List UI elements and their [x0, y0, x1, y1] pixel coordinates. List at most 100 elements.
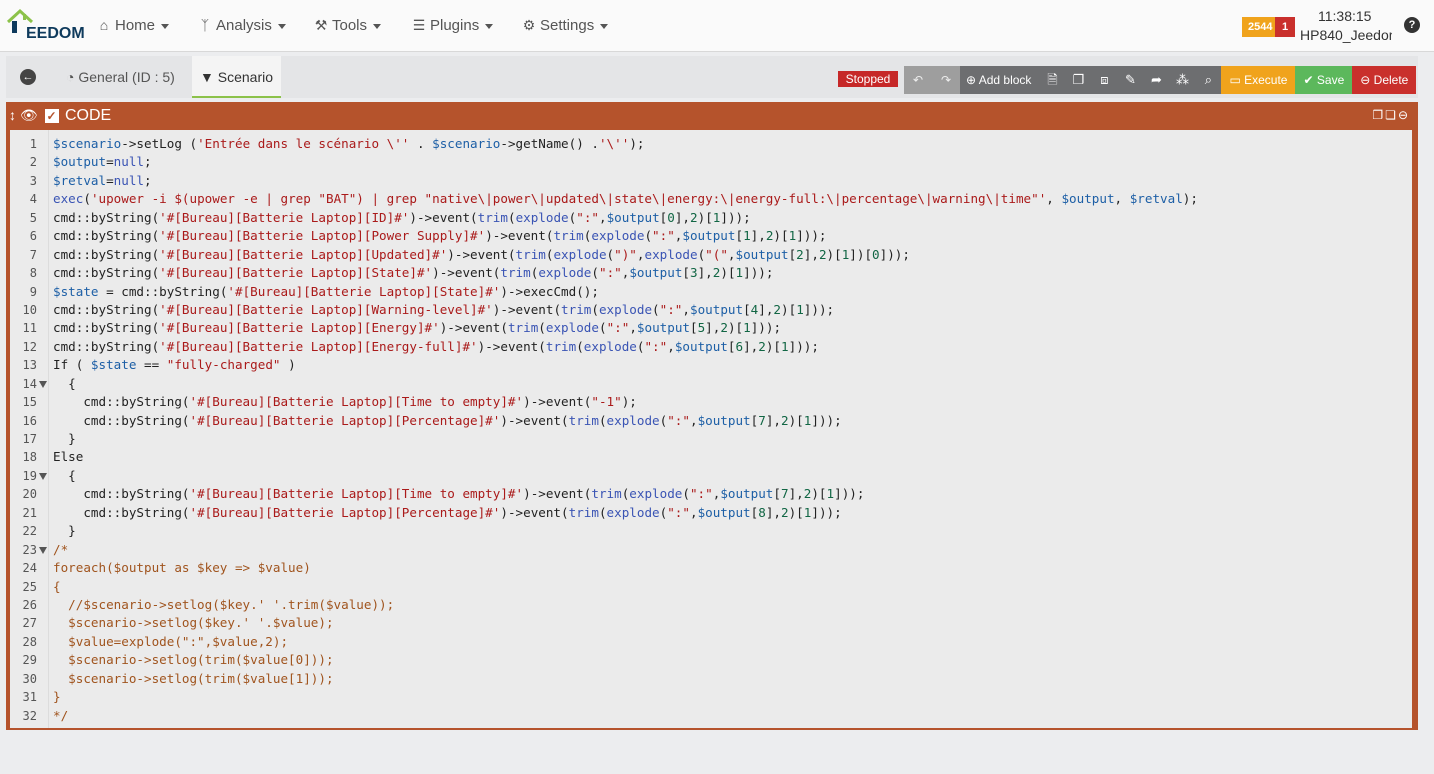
code-line[interactable]: 18 Else — [10, 448, 1412, 466]
save-label: Save — [1316, 73, 1345, 87]
tab-general[interactable]: ◔ General (ID : 5) — [58, 56, 183, 98]
code-line[interactable]: 21 cmd::byString('#[Bureau][Batterie Lap… — [10, 504, 1412, 522]
clock: 11:38:15 — [1318, 8, 1372, 24]
share-icon: ➦ — [1150, 72, 1162, 87]
hostname[interactable]: HP840_Jeedom — [1300, 27, 1392, 43]
nav-home-label: Home — [115, 17, 156, 34]
execute-label: Execute — [1244, 73, 1288, 87]
code-text: */ — [53, 707, 69, 723]
nav-plugins-label: Plugins — [430, 17, 480, 34]
enable-checkbox[interactable]: ✓ — [44, 109, 59, 123]
share-button[interactable]: ➦ — [1143, 66, 1170, 94]
line-number: 29 — [22, 653, 37, 668]
chevron-down-icon — [600, 23, 609, 29]
code-line[interactable]: 9 $state = cmd::byString('#[Bureau][Batte… — [10, 283, 1412, 301]
code-line[interactable]: 10 cmd::byString('#[Bureau][Batterie Lapt… — [10, 301, 1412, 319]
line-number: 26 — [22, 597, 37, 612]
links-button[interactable]: ⁂ — [1169, 66, 1196, 94]
tab-scenario[interactable]: ▼ Scenario — [192, 56, 282, 98]
code-text: cmd::byString('#[Bureau][Batterie Laptop… — [53, 412, 842, 428]
line-number: 30 — [22, 671, 37, 686]
nav-settings[interactable]: ⚙ Settings — [521, 17, 609, 34]
alert-count-badge[interactable]: 1 — [1275, 17, 1295, 37]
code-line[interactable]: 4 exec('upower -i $(upower -e | grep "BAT… — [10, 190, 1412, 208]
nav-plugins[interactable]: ☰ Plugins — [411, 17, 494, 34]
line-number: 12 — [22, 339, 37, 354]
code-line[interactable]: 31} — [10, 688, 1412, 706]
code-line[interactable]: 23 /* — [10, 541, 1412, 559]
code-line[interactable]: 5 cmd::byString('#[Bureau][Batterie Lapto… — [10, 209, 1412, 227]
line-number: 25 — [22, 579, 37, 594]
paste-block-icon[interactable]: ❏ — [1385, 108, 1398, 122]
code-line[interactable]: 28 $value=explode(":",$value,2); — [10, 633, 1412, 651]
eye-icon[interactable]: 👁 — [20, 107, 38, 123]
code-line[interactable]: 27 $scenario->setlog($key.' '.$value); — [10, 614, 1412, 632]
code-line[interactable]: 15 cmd::byString('#[Bureau][Batterie Lap… — [10, 393, 1412, 411]
remove-block-icon[interactable]: ⊖ — [1398, 108, 1410, 122]
code-line[interactable]: 7 cmd::byString('#[Bureau][Batterie Lapto… — [10, 246, 1412, 264]
code-line[interactable]: 17 } — [10, 430, 1412, 448]
move-vertical-icon[interactable]: ↕ — [9, 107, 16, 123]
cubes-icon: ⁂ — [1175, 72, 1189, 87]
home-icon: ⌂ — [99, 17, 109, 33]
execute-button[interactable]: ▭ Execute — [1221, 66, 1296, 94]
top-navbar: EEDOM ⌂ Home ᛉ Analysis ⚒ Tools ☰ Plugins ⚙ S… — [0, 0, 1434, 52]
block-title: CODE — [65, 107, 112, 124]
fold-arrow-icon[interactable] — [39, 472, 47, 480]
fold-arrow-icon[interactable] — [39, 546, 47, 554]
code-line[interactable]: 32 */ — [10, 707, 1412, 725]
save-button[interactable]: ✔ Save — [1295, 66, 1353, 94]
code-line[interactable]: 1 $scenario->setLog ('Entrée dans le scén… — [10, 135, 1412, 153]
code-text: cmd::byString('#[Bureau][Batterie Laptop… — [53, 320, 782, 336]
code-line[interactable]: 3 $retval=null; — [10, 172, 1412, 190]
code-line[interactable]: 11 cmd::byString('#[Bureau][Batterie Lapt… — [10, 319, 1412, 337]
code-line[interactable]: 2 $output=null; — [10, 153, 1412, 171]
code-line[interactable]: 24 foreach($output as $key => $value) — [10, 559, 1412, 577]
copy-button[interactable]: ❐ — [1065, 66, 1092, 94]
code-line[interactable]: 8 cmd::byString('#[Bureau][Batterie Lapto… — [10, 264, 1412, 282]
code-text: { — [53, 467, 76, 483]
gamepad-icon: ▭ — [1229, 73, 1241, 87]
fold-arrow-icon[interactable] — [39, 380, 47, 388]
line-number: 5 — [29, 210, 37, 225]
code-line[interactable]: 20 cmd::byString('#[Bureau][Batterie Lap… — [10, 485, 1412, 503]
jeedom-logo[interactable]: EEDOM — [6, 8, 85, 42]
code-text: $retval=null; — [53, 172, 152, 188]
line-number: 1 — [29, 137, 37, 151]
copy-block-icon[interactable]: ❐ — [1372, 108, 1385, 122]
nav-analysis[interactable]: ᛉ Analysis — [197, 17, 286, 34]
help-icon[interactable]: ? — [1404, 17, 1420, 33]
redo-button[interactable]: ↷ — [932, 66, 960, 94]
code-line[interactable]: 16 cmd::byString('#[Bureau][Batterie Lap… — [10, 412, 1412, 430]
code-line[interactable]: 19 { — [10, 467, 1412, 485]
line-number: 24 — [22, 561, 37, 576]
code-line[interactable]: 25 { — [10, 578, 1412, 596]
back-arrow-icon[interactable]: ← — [20, 69, 36, 85]
code-line[interactable]: 13 If ( $state == "fully-charged" ) — [10, 356, 1412, 374]
code-line[interactable]: 26 //$scenario->setlog($key.' '.trim($va… — [10, 596, 1412, 614]
tab-scenario-label: Scenario — [217, 69, 274, 85]
search-button[interactable]: ⌕ — [1195, 66, 1222, 94]
add-block-button[interactable]: ⊕ Add block — [960, 66, 1040, 94]
message-count-badge[interactable]: 2544 — [1242, 17, 1278, 37]
line-number: 21 — [22, 505, 37, 520]
nav-home[interactable]: ⌂ Home — [96, 17, 170, 34]
code-editor[interactable]: 1 $scenario->setLog ('Entrée dans le scén… — [10, 130, 1412, 728]
code-line[interactable]: 12 cmd::byString('#[Bureau][Batterie Lapt… — [10, 338, 1412, 356]
code-line[interactable]: 6 cmd::byString('#[Bureau][Batterie Lapto… — [10, 227, 1412, 245]
code-line[interactable]: 14 { — [10, 375, 1412, 393]
template-button[interactable]: ⧈ — [1091, 66, 1118, 94]
delete-button[interactable]: ⊖ Delete — [1352, 66, 1417, 94]
code-line[interactable]: 22 } — [10, 522, 1412, 540]
code-text: cmd::byString('#[Bureau][Batterie Laptop… — [53, 228, 827, 244]
code-line[interactable]: 30 $scenario->setlog(trim($value[1])); — [10, 670, 1412, 688]
logs-button[interactable]: 🗎 — [1039, 66, 1066, 94]
code-line[interactable]: 29 $scenario->setlog(trim($value[0])); — [10, 651, 1412, 669]
nav-tools[interactable]: ⚒ Tools — [313, 17, 382, 34]
edit-button[interactable]: ✎ — [1117, 66, 1144, 94]
nav-analysis-label: Analysis — [216, 17, 272, 34]
line-number: 20 — [22, 487, 37, 502]
undo-button[interactable]: ↶ — [904, 66, 932, 94]
template-icon: ⧈ — [1100, 72, 1109, 87]
code-text: /* — [53, 541, 69, 557]
